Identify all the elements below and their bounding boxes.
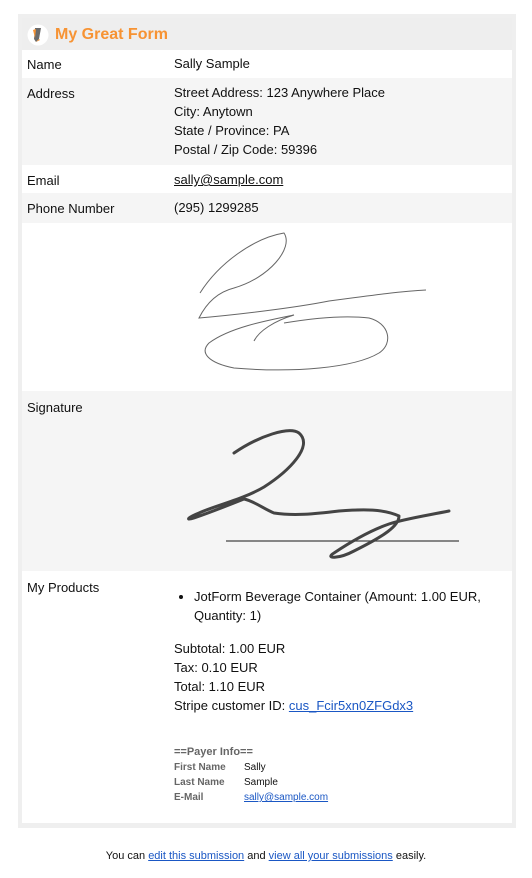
email-link[interactable]: sally@sample.com [174, 170, 283, 189]
products-row: My Products JotForm Beverage Container (… [22, 571, 512, 823]
payer-row-email: E-Mail sally@sample.com [174, 790, 336, 805]
submission-card: My Great Form Name Sally Sample Address … [18, 14, 516, 828]
payer-last-name-label: Last Name [174, 777, 225, 788]
address-state: State / Province: PA [174, 123, 290, 138]
payer-first-name-label: First Name [174, 762, 226, 773]
phone-value: (295) 1299285 [174, 200, 259, 215]
jotform-pencil-logo-icon [27, 24, 49, 46]
tax-text: Tax: 0.10 EUR [174, 660, 258, 675]
edit-submission-link[interactable]: edit this submission [148, 850, 244, 862]
total-text: Total: 1.10 EUR [174, 679, 266, 694]
products-value: JotForm Beverage Container (Amount: 1.00… [174, 587, 494, 805]
payer-row-first-name: First Name Sally [174, 760, 336, 775]
payer-email-link[interactable]: sally@sample.com [244, 792, 328, 803]
email-row: Email sally@sample.com [22, 165, 512, 193]
address-city: City: Anytown [174, 104, 253, 119]
address-zip: Postal / Zip Code: 59396 [174, 142, 318, 157]
signature-label: Signature [27, 400, 83, 415]
name-value: Sally Sample [174, 56, 250, 71]
products-label: My Products [27, 580, 100, 595]
footer-middle: and [247, 850, 266, 862]
email-label: Email [27, 173, 60, 188]
signature-image-1-row [22, 223, 512, 391]
name-label: Name [27, 57, 62, 72]
payer-first-name-value: Sally [244, 762, 266, 773]
signature-drawing-2 [187, 429, 459, 559]
stripe-line: Stripe customer ID: cus_Fcir5xn0ZFGdx3 [174, 696, 494, 715]
address-row: Address Street Address: 123 Anywhere Pla… [22, 78, 512, 165]
form-header: My Great Form [22, 18, 512, 50]
payer-row-last-name: Last Name Sample [174, 775, 336, 790]
signature-drawing-1 [198, 232, 427, 371]
stripe-label: Stripe customer ID: [174, 698, 286, 713]
payer-last-name-value: Sample [244, 777, 278, 788]
payer-info-heading: ==Payer Info== [174, 746, 253, 758]
products-list: JotForm Beverage Container (Amount: 1.00… [174, 587, 494, 625]
signature-row: Signature [22, 391, 512, 571]
payer-email-label: E-Mail [174, 792, 204, 803]
address-street: Street Address: 123 Anywhere Place [174, 85, 386, 100]
subtotal-text: Subtotal: 1.00 EUR [174, 641, 286, 656]
phone-label: Phone Number [27, 201, 115, 216]
name-row: Name Sally Sample [22, 50, 512, 78]
address-value: Street Address: 123 Anywhere Place City:… [174, 83, 385, 159]
stripe-customer-link[interactable]: cus_Fcir5xn0ZFGdx3 [289, 698, 413, 713]
form-title: My Great Form [55, 26, 168, 43]
phone-row: Phone Number (295) 1299285 [22, 193, 512, 223]
product-item: JotForm Beverage Container (Amount: 1.00… [194, 587, 494, 625]
view-submissions-link[interactable]: view all your submissions [269, 850, 393, 862]
payer-info-table: First Name Sally Last Name Sample E-Mail… [174, 760, 336, 805]
footer-prefix: You can [105, 850, 146, 862]
footer-text: You can edit this submission and view al… [0, 850, 532, 862]
address-label: Address [27, 86, 75, 101]
footer-suffix: easily. [395, 850, 427, 862]
